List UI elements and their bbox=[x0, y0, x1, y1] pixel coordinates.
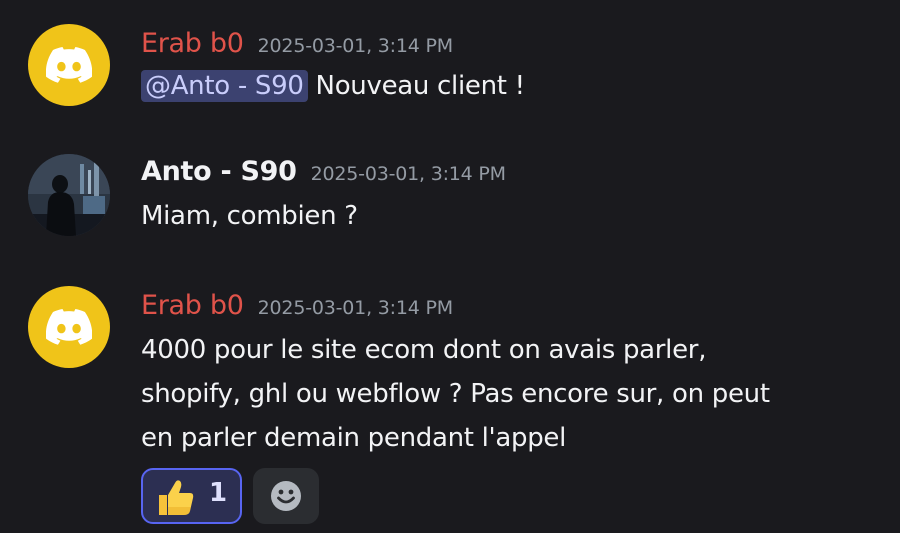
message-header: Anto - S90 2025-03-01, 3:14 PM bbox=[141, 156, 506, 187]
discord-logo-icon bbox=[46, 309, 92, 345]
message-text: Miam, combien ? bbox=[141, 201, 358, 231]
reaction-count: 1 bbox=[209, 478, 228, 508]
message-content: Miam, combien ? bbox=[141, 194, 358, 238]
message-content: @Anto - S90 Nouveau client ! bbox=[141, 64, 525, 108]
user-mention[interactable]: @Anto - S90 bbox=[141, 70, 308, 102]
message-header: Erab b0 2025-03-01, 3:14 PM bbox=[141, 290, 453, 321]
discord-logo-icon bbox=[46, 47, 92, 83]
message-text-line: 4000 pour le site ecom dont on avais par… bbox=[141, 335, 707, 365]
thumbs-up-icon bbox=[159, 480, 194, 515]
username[interactable]: Anto - S90 bbox=[141, 156, 297, 187]
smiley-face-icon bbox=[271, 481, 301, 511]
chat-log: Erab b0 2025-03-01, 3:14 PM @Anto - S90 N… bbox=[0, 0, 900, 533]
add-reaction-button[interactable] bbox=[253, 468, 319, 524]
message-text: Nouveau client ! bbox=[307, 71, 526, 101]
timestamp[interactable]: 2025-03-01, 3:14 PM bbox=[258, 297, 453, 319]
username[interactable]: Erab b0 bbox=[141, 28, 244, 59]
timestamp[interactable]: 2025-03-01, 3:14 PM bbox=[258, 35, 453, 57]
message-header: Erab b0 2025-03-01, 3:14 PM bbox=[141, 28, 453, 59]
username[interactable]: Erab b0 bbox=[141, 290, 244, 321]
avatar[interactable] bbox=[28, 154, 110, 236]
user-photo bbox=[28, 154, 110, 236]
avatar[interactable] bbox=[28, 286, 110, 368]
message-text-line: shopify, ghl ou webflow ? Pas encore sur… bbox=[141, 379, 770, 409]
avatar[interactable] bbox=[28, 24, 110, 106]
message-text-line: en parler demain pendant l'appel bbox=[141, 423, 567, 453]
reaction-thumbs-up[interactable]: 1 bbox=[141, 468, 242, 524]
timestamp[interactable]: 2025-03-01, 3:14 PM bbox=[311, 163, 506, 185]
message-content: 4000 pour le site ecom dont on avais par… bbox=[141, 328, 770, 460]
